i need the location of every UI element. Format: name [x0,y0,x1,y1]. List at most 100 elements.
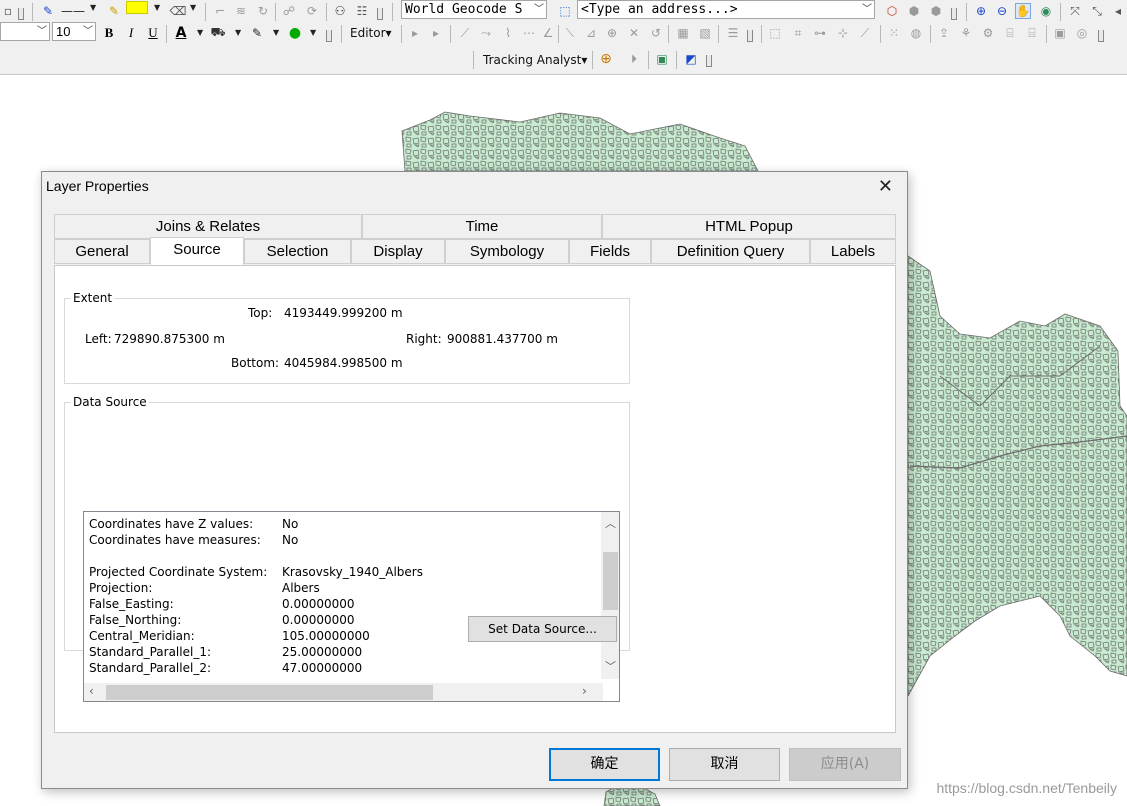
chevron-down-icon[interactable]: ▼ [235,28,241,37]
point-icon[interactable]: ⋯ [521,25,537,41]
address-input[interactable]: <Type an address...> ﹀ [577,0,875,19]
chevron-down-icon[interactable]: ▼ [154,3,160,12]
refresh-icon[interactable]: ⟳ [304,3,320,19]
angle-icon[interactable]: ∠ [540,25,556,41]
align-icon[interactable]: ≋ [233,3,249,19]
curve-icon[interactable]: ⤳ [478,25,494,41]
split-edge-icon[interactable]: ⌸ [1024,25,1040,41]
tab-joins-relates[interactable]: Joins & Relates [54,214,362,239]
font-size-combo[interactable]: 10 ﹀ [52,22,96,41]
apply-button[interactable]: 应用(A) [789,748,901,781]
select-elements-icon[interactable]: ▫ [0,3,16,19]
data-source-listbox[interactable]: Coordinates have Z values: No Coordinate… [83,511,620,702]
route-icon[interactable]: ⬡ [884,3,900,19]
stops-icon[interactable]: ⬢ [928,3,944,19]
create-features-icon[interactable]: ☰ [725,25,741,41]
fixed-zoom-in-icon[interactable]: ⤧ [1067,3,1083,19]
tab-labels[interactable]: Labels [810,239,896,264]
chevron-down-icon[interactable]: ▼ [90,3,96,12]
chevron-down-icon[interactable]: ﹀ [862,1,872,18]
pen-icon[interactable]: ✎ [40,3,56,19]
direction-icon[interactable]: ⬢ [906,3,922,19]
font-color-icon[interactable]: A [173,25,189,41]
font-name-combo[interactable]: ﹀ [0,22,50,41]
editor-menu[interactable]: Editor▾ [350,26,392,40]
toolbar-options-icon[interactable] [18,8,24,20]
topology-icon[interactable]: ⬚ [767,25,783,41]
build-icon[interactable]: ⚙ [980,25,996,41]
fixed-zoom-out-icon[interactable]: ⤡ [1089,3,1105,19]
previous-extent-icon[interactable]: ◂ [1110,3,1126,19]
chevron-down-icon[interactable]: ﹀ [37,23,47,40]
merge-icon[interactable]: ⌸ [1002,25,1018,41]
generalize-icon[interactable]: ◎ [1074,25,1090,41]
cogo-icon[interactable]: ↺ [648,25,664,41]
tab-fields[interactable]: Fields [569,239,651,264]
rotate-icon[interactable]: ↻ [255,3,271,19]
scroll-thumb[interactable] [603,552,618,610]
planarize-icon[interactable]: ▣ [1052,25,1068,41]
show-shared-icon[interactable]: ⊹ [835,25,851,41]
validate-extent-icon[interactable]: ◍ [908,25,924,41]
tab-general[interactable]: General [54,239,150,264]
chevron-down-icon[interactable]: ﹀ [534,1,544,18]
add-temporal-data-icon[interactable]: ⊕ [598,51,614,67]
attributes-icon[interactable]: ▦ [675,25,691,41]
trace-icon[interactable]: ⌇ [500,25,516,41]
zoom-in-icon[interactable]: ⊕ [973,3,989,19]
sketch-properties-icon[interactable]: ▧ [697,25,713,41]
pan-icon[interactable]: ✋ [1015,3,1031,19]
highlighter-icon[interactable]: ✎ [106,3,122,19]
playback-icon[interactable]: ⏵ [626,51,642,67]
shared-features-icon[interactable]: ⊶ [812,25,828,41]
chevron-down-icon[interactable]: ▼ [273,28,279,37]
scroll-up-icon[interactable]: ︿ [605,515,616,531]
reshape-edge-icon[interactable]: ⟋ [857,25,873,41]
cancel-button[interactable]: 取消 [669,748,780,781]
scroll-left-icon[interactable]: ‹ [89,684,94,698]
chevron-down-icon[interactable]: ﹀ [83,23,93,40]
error-inspector-icon[interactable]: ⚘ [958,25,974,41]
italic-button[interactable]: I [123,25,139,41]
scroll-down-icon[interactable]: ﹀ [605,658,616,674]
tab-source[interactable]: Source [150,237,244,265]
toolbar-options-icon[interactable] [326,30,332,42]
list-icon[interactable]: ☷ [354,3,370,19]
geocode-icon[interactable]: ☍ [281,3,297,19]
marker-color-icon[interactable]: ● [287,25,303,41]
tab-selection[interactable]: Selection [244,239,351,264]
topology-edit-icon[interactable]: ⌗ [790,25,806,41]
binoculars-icon[interactable]: ⚇ [332,3,348,19]
set-data-source-button[interactable]: Set Data Source... [468,616,617,642]
validate-icon[interactable]: ⁙ [886,25,902,41]
underline-button[interactable]: U [145,25,161,41]
data-clock-icon[interactable]: ▣ [654,51,670,67]
fill-color-swatch[interactable] [126,1,148,14]
toolbar-options-icon[interactable] [747,30,753,42]
edit-tool-icon[interactable]: ▸ [407,25,423,41]
tracking-analyst-menu[interactable]: Tracking Analyst▾ [483,53,587,67]
edit-vertices-icon[interactable]: ⌐ [212,3,228,19]
straight-segment-icon[interactable]: ⟋ [457,25,473,41]
toolbar-options-icon[interactable] [706,55,712,67]
horizontal-scrollbar[interactable]: ‹ › [84,683,603,701]
edit-annotation-icon[interactable]: ▸ [428,25,444,41]
toolbar-options-icon[interactable] [377,8,383,20]
reshape-icon[interactable]: ⟍ [562,25,578,41]
tab-definition-query[interactable]: Definition Query [651,239,810,264]
tab-symbology[interactable]: Symbology [445,239,569,264]
toolbar-options-icon[interactable] [1098,30,1104,42]
vertical-scrollbar[interactable]: ︿ ﹀ [601,512,619,679]
scroll-thumb[interactable] [106,685,433,700]
fill-bucket-icon[interactable]: ⛟ [210,25,226,41]
eraser-icon[interactable]: ⌫ [170,3,187,19]
tab-display[interactable]: Display [351,239,445,264]
chevron-down-icon[interactable]: ▼ [197,28,203,37]
chart-icon[interactable]: ◩ [683,51,699,67]
geocode-service-combo[interactable]: World Geocode S ﹀ [401,0,547,19]
full-extent-icon[interactable]: ◉ [1038,3,1054,19]
scroll-right-icon[interactable]: › [582,684,587,698]
chevron-down-icon[interactable]: ▼ [310,28,316,37]
tab-html-popup[interactable]: HTML Popup [602,214,896,239]
fix-error-icon[interactable]: ⇪ [936,25,952,41]
